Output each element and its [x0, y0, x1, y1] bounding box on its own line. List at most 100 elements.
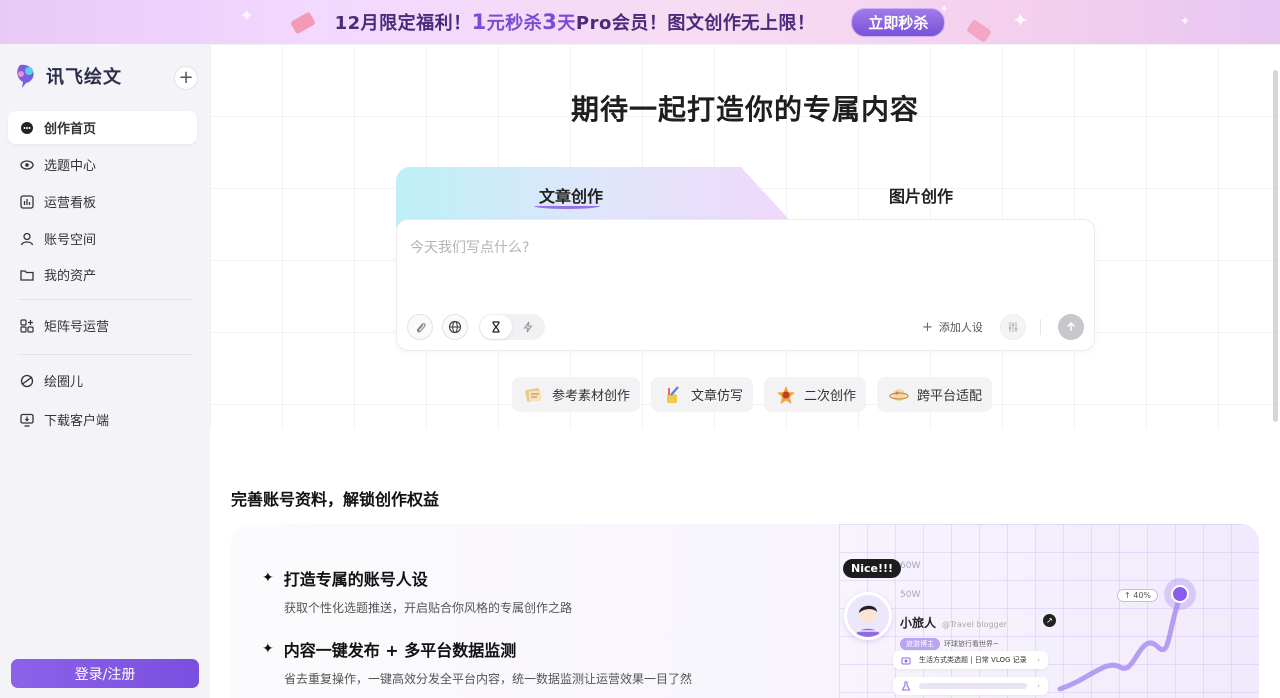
- deep-mode-button[interactable]: [480, 315, 512, 339]
- page-title: 期待一起打造你的专属内容: [570, 93, 919, 126]
- sidebar-item-label: 矩阵号运营: [44, 320, 110, 335]
- chip-reference-creation[interactable]: 参考素材创作: [512, 377, 641, 412]
- ribbon-decoration: [965, 18, 993, 44]
- profile-card: 小旅人 @Travel blogger 旅游博主 环球旅行看世界~ ↗ 生活方式类选…: [893, 604, 1073, 698]
- user-icon: [20, 232, 34, 246]
- logo-text: 讯飞绘文: [46, 67, 122, 88]
- nice-bubble: Nice!!!: [843, 559, 902, 578]
- chip-label: 文章仿写: [691, 389, 744, 404]
- creation-tabs: 文章创作 图片创作: [396, 167, 1095, 227]
- sidebar-item-home[interactable]: 创作首页: [8, 111, 197, 144]
- lightning-icon: [523, 321, 533, 333]
- sliders-icon: [1008, 322, 1018, 332]
- profile-handle: @Travel blogger: [942, 620, 1007, 629]
- planet-icon: [889, 388, 909, 401]
- sidebar-item-label: 绘圈儿: [44, 375, 84, 390]
- notebook-icon: [525, 387, 541, 402]
- ribbon-decoration: [289, 11, 317, 35]
- sidebar-item-matrix[interactable]: 矩阵号运营: [8, 309, 197, 342]
- sparkle-icon: ✦: [262, 641, 274, 657]
- prompt-input-card: 今天我们写点什么? + 添加人设: [396, 219, 1095, 351]
- sidebar-item-dashboard[interactable]: 运营看板: [8, 185, 197, 218]
- profile-bio: 环球旅行看世界~: [944, 640, 999, 648]
- new-creation-button[interactable]: +: [174, 66, 198, 90]
- feature-persona: ✦ 打造专属的账号人设 获取个性化选题推送，开启贴合你风格的专属创作之路: [262, 566, 572, 616]
- profile-row-text: 生活方式类选题 | 日常 VLOG 记录: [919, 656, 1027, 664]
- logo[interactable]: 讯飞绘文: [14, 62, 122, 90]
- camera-icon: [901, 657, 911, 665]
- sidebar: 讯飞绘文 + 创作首页 选题中心 运营看板 账号空间 我的资产 矩阵号运营 绘圈…: [0, 44, 210, 698]
- promo-banner[interactable]: ✦ ✦ ✦ ✦ 12月限定福利！1元秒杀3天Pro会员！图文创作无上限！ 立即秒…: [0, 0, 1280, 44]
- sparkle-icon: ✦: [1180, 14, 1191, 28]
- banner-text: 12月限定福利！1元秒杀3天Pro会员！图文创作无上限！: [334, 10, 816, 34]
- add-persona-label: 添加人设: [938, 321, 983, 334]
- sparkle-icon: ✦: [240, 6, 254, 25]
- chip-label: 二次创作: [804, 389, 857, 404]
- banner-cta-button[interactable]: 立即秒杀: [851, 7, 946, 37]
- sparkle-icon: ✦: [262, 570, 274, 586]
- chip-label: 跨平台适配: [917, 389, 983, 404]
- paperclip-icon: [416, 322, 426, 332]
- settings-tuner-button[interactable]: [1000, 314, 1026, 340]
- quick-actions: 参考素材创作 文章仿写 二次创作 跨平台适配: [512, 377, 993, 412]
- send-button[interactable]: [1058, 314, 1084, 340]
- pen-cup-icon: [667, 385, 679, 403]
- attach-button[interactable]: [407, 314, 433, 340]
- sidebar-item-label: 账号空间: [44, 233, 97, 248]
- sparkle-icon: ✦: [1012, 8, 1029, 32]
- chart-icon: [20, 194, 34, 209]
- chip-cross-platform[interactable]: 跨平台适配: [877, 377, 993, 412]
- chip-label: 参考素材创作: [552, 389, 631, 404]
- sidebar-item-label: 选题中心: [44, 159, 97, 174]
- flask-icon: [901, 681, 911, 691]
- axis-tick: 50W: [900, 590, 921, 600]
- sidebar-divider: [18, 354, 192, 355]
- profile-tag: 旅游博主: [900, 638, 940, 650]
- profile-name: 小旅人: [900, 616, 937, 630]
- placeholder-bar: [919, 683, 1027, 689]
- folder-icon: [20, 268, 34, 282]
- traveler-illustration: [855, 605, 881, 637]
- sidebar-divider: [18, 299, 192, 300]
- sidebar-item-account[interactable]: 账号空间: [8, 222, 197, 255]
- orbit-icon: [20, 374, 34, 388]
- arrow-up-icon: [1066, 321, 1076, 331]
- chip-recreation[interactable]: 二次创作: [764, 377, 867, 412]
- chip-article-imitation[interactable]: 文章仿写: [651, 377, 754, 412]
- grid-plus-icon: [20, 318, 34, 333]
- profile-row: 生活方式类选题 | 日常 VLOG 记录 ›: [893, 651, 1048, 669]
- mode-toggle: [479, 314, 545, 340]
- sparkle-icon: ✦: [940, 4, 949, 15]
- sidebar-item-assets[interactable]: 我的资产: [8, 258, 197, 291]
- sidebar-item-community[interactable]: 绘圈儿: [8, 364, 197, 397]
- chat-bubble-icon: [20, 121, 34, 135]
- fast-mode-button[interactable]: [512, 315, 544, 339]
- eye-icon: [20, 158, 34, 172]
- login-register-button[interactable]: 登录/注册: [11, 659, 199, 688]
- prompt-input[interactable]: 今天我们写点什么?: [410, 237, 529, 257]
- sidebar-item-download[interactable]: 下载客户端: [8, 403, 197, 436]
- tab-image[interactable]: 图片创作: [889, 183, 953, 207]
- plus-icon: +: [922, 319, 933, 335]
- feature-publish: ✦ 内容一键发布 + 多平台数据监测 省去重复操作，一键高效分发全平台内容，统一数…: [262, 637, 692, 687]
- chevron-right-icon: ›: [1037, 656, 1040, 664]
- add-persona-button[interactable]: + 添加人设: [922, 319, 983, 335]
- sidebar-item-topics[interactable]: 选题中心: [8, 148, 197, 181]
- avatar: [844, 592, 892, 640]
- sidebar-item-label: 下载客户端: [44, 414, 110, 429]
- hourglass-icon: [492, 321, 500, 333]
- feature-desc: 获取个性化选题推送，开启贴合你风格的专属创作之路: [284, 601, 573, 615]
- feature-desc: 省去重复操作，一键高效分发全平台内容，统一数据监测让运营效果一目了然: [284, 672, 693, 686]
- logo-icon: [17, 64, 34, 88]
- growth-badge: ↑ 40%: [1117, 589, 1159, 602]
- feature-title: 打造专属的账号人设: [283, 570, 428, 589]
- sidebar-item-label: 我的资产: [44, 269, 97, 284]
- web-search-button[interactable]: [442, 314, 468, 340]
- main-content: 期待一起打造你的专属内容 文章创作 图片创作 今天我们写点什么? + 添加人设: [210, 44, 1280, 698]
- monitor-download-icon: [20, 413, 34, 427]
- sidebar-item-label: 运营看板: [44, 196, 97, 211]
- sidebar-item-label: 创作首页: [44, 122, 97, 137]
- section-title: 完善账号资料，解锁创作权益: [231, 490, 440, 509]
- globe-icon: [448, 320, 462, 334]
- chevron-right-icon: ›: [1037, 682, 1040, 690]
